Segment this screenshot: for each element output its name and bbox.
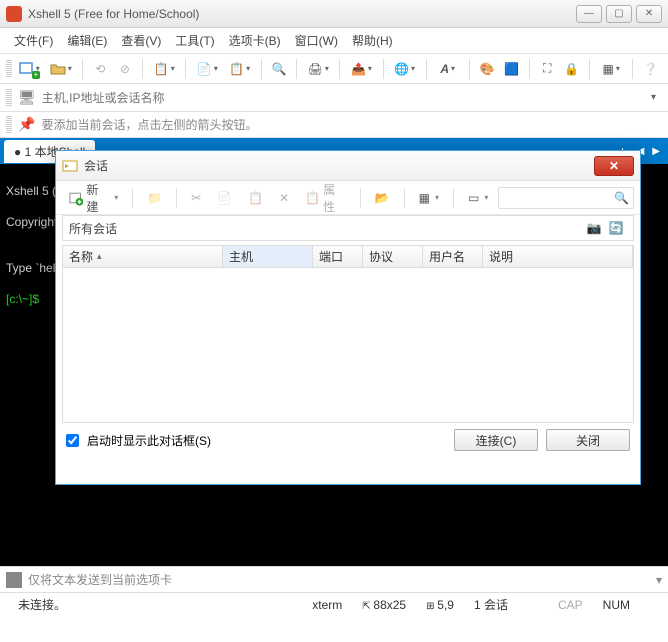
new-button[interactable]: 新建 (62, 186, 124, 210)
path-text: 所有会话 (69, 220, 117, 237)
dialog-title: 会话 (84, 157, 594, 174)
status-size: ⇱ 88x25 (352, 598, 416, 612)
menu-view[interactable]: 查看(V) (115, 29, 167, 52)
menu-tabs[interactable]: 选项卡(B) (223, 29, 287, 52)
separator (529, 59, 530, 79)
paste-button[interactable]: 📋 (242, 186, 269, 210)
maximize-button[interactable]: ▢ (606, 5, 632, 23)
status-cap: CAP (548, 598, 593, 612)
open-button[interactable] (46, 57, 76, 81)
delete-button[interactable]: ✕ (273, 186, 295, 210)
paste-button[interactable]: 📋 (225, 57, 255, 81)
separator (176, 188, 177, 208)
close-button[interactable]: 关闭 (546, 429, 630, 451)
col-proto[interactable]: 协议 (363, 246, 423, 267)
send-icon[interactable] (6, 572, 22, 588)
info-message: 要添加当前会话，点击左侧的箭头按钮。 (41, 116, 257, 133)
separator (426, 59, 427, 79)
globe-button[interactable]: 🌐 (389, 57, 419, 81)
separator (360, 188, 361, 208)
col-user[interactable]: 用户名 (423, 246, 483, 267)
dialog-close-button[interactable]: ✕ (594, 156, 634, 176)
close-button[interactable]: ✕ (636, 5, 662, 23)
dialog-search[interactable]: 🔍 (498, 187, 634, 209)
disconnect-button[interactable]: ⊘ (114, 57, 137, 81)
path-home-icon[interactable]: 📷 (583, 217, 605, 239)
transfer-button[interactable]: 📤 (346, 57, 376, 81)
grip (6, 60, 12, 78)
send-placeholder[interactable]: 仅将文本发送到当前选项卡 (28, 571, 172, 588)
profile-button[interactable]: 📋 (149, 57, 179, 81)
separator (469, 59, 470, 79)
menu-help[interactable]: 帮助(H) (346, 29, 399, 52)
view-button[interactable]: ▦ (413, 186, 445, 210)
address-input[interactable] (42, 91, 639, 105)
status-term: xterm (302, 598, 352, 612)
send-dropdown[interactable]: ▾ (656, 573, 662, 587)
color-button[interactable]: 🎨 (476, 57, 499, 81)
grip (6, 89, 12, 107)
font-button[interactable]: A (433, 57, 463, 81)
status-pos: ⊞ 5,9 (416, 598, 464, 612)
find-button[interactable]: 🔍 (268, 57, 291, 81)
startup-checkbox[interactable] (66, 434, 79, 447)
connect-button[interactable]: 连接(C) (454, 429, 538, 451)
status-num: NUM (593, 598, 640, 612)
app-icon (6, 6, 22, 22)
separator (632, 59, 633, 79)
separator (296, 59, 297, 79)
separator (142, 59, 143, 79)
host-icon: 🖥 (18, 89, 36, 106)
separator (339, 59, 340, 79)
separator (82, 59, 83, 79)
path-bar[interactable]: 所有会话 📷 🔄 (62, 215, 634, 241)
folder-tree-button[interactable]: 📁 (141, 186, 168, 210)
new-session-button[interactable]: + (14, 57, 44, 81)
separator (132, 188, 133, 208)
search-icon: 🔍 (614, 191, 629, 205)
help-button[interactable]: ❔ (639, 57, 662, 81)
browse-button[interactable]: 📂 (369, 186, 396, 210)
status-connection: 未连接。 (8, 596, 76, 613)
options-button[interactable]: ▭ (462, 186, 494, 210)
separator (453, 188, 454, 208)
col-desc[interactable]: 说明 (483, 246, 633, 267)
properties-button[interactable]: 📋属性 (299, 186, 352, 210)
copy-button[interactable]: 📄 (192, 57, 222, 81)
startup-label[interactable]: 启动时显示此对话框(S) (87, 432, 211, 449)
menu-window[interactable]: 窗口(W) (289, 29, 344, 52)
separator (261, 59, 262, 79)
separator (185, 59, 186, 79)
dialog-icon (62, 158, 78, 174)
copy-button[interactable]: 📄 (211, 186, 238, 210)
path-refresh-icon[interactable]: 🔄 (605, 217, 627, 239)
layout-button[interactable]: ▦ (596, 57, 626, 81)
cut-button[interactable]: ✂ (185, 186, 207, 210)
tab-right[interactable]: ▶ (648, 146, 664, 157)
menu-file[interactable]: 文件(F) (8, 29, 59, 52)
fullscreen-button[interactable]: ⛶ (536, 57, 559, 81)
reconnect-button[interactable]: ⟲ (89, 57, 112, 81)
menu-tools[interactable]: 工具(T) (169, 29, 220, 52)
sessions-dialog: 会话 ✕ 新建 📁 ✂ 📄 📋 ✕ 📋属性 📂 ▦ ▭ 🔍 所有会话 📷 🔄 名… (55, 150, 641, 485)
sessions-list[interactable]: 名称 主机 端口 协议 用户名 说明 (62, 245, 634, 423)
pin-icon[interactable]: 📌 (18, 116, 35, 133)
minimize-button[interactable]: — (576, 5, 602, 23)
separator (383, 59, 384, 79)
menu-edit[interactable]: 编辑(E) (61, 29, 113, 52)
palette-button[interactable]: 🟦 (500, 57, 523, 81)
col-name[interactable]: 名称 (63, 246, 223, 267)
separator (404, 188, 405, 208)
print-button[interactable]: 🖨 (303, 57, 333, 81)
grip (6, 116, 12, 134)
col-host[interactable]: 主机 (223, 246, 313, 267)
status-sessions: 1 会话 (464, 596, 518, 613)
address-dropdown[interactable]: ▾ (645, 92, 662, 103)
lock-button[interactable]: 🔒 (561, 57, 584, 81)
window-title: Xshell 5 (Free for Home/School) (28, 7, 572, 21)
col-port[interactable]: 端口 (313, 246, 363, 267)
separator (589, 59, 590, 79)
